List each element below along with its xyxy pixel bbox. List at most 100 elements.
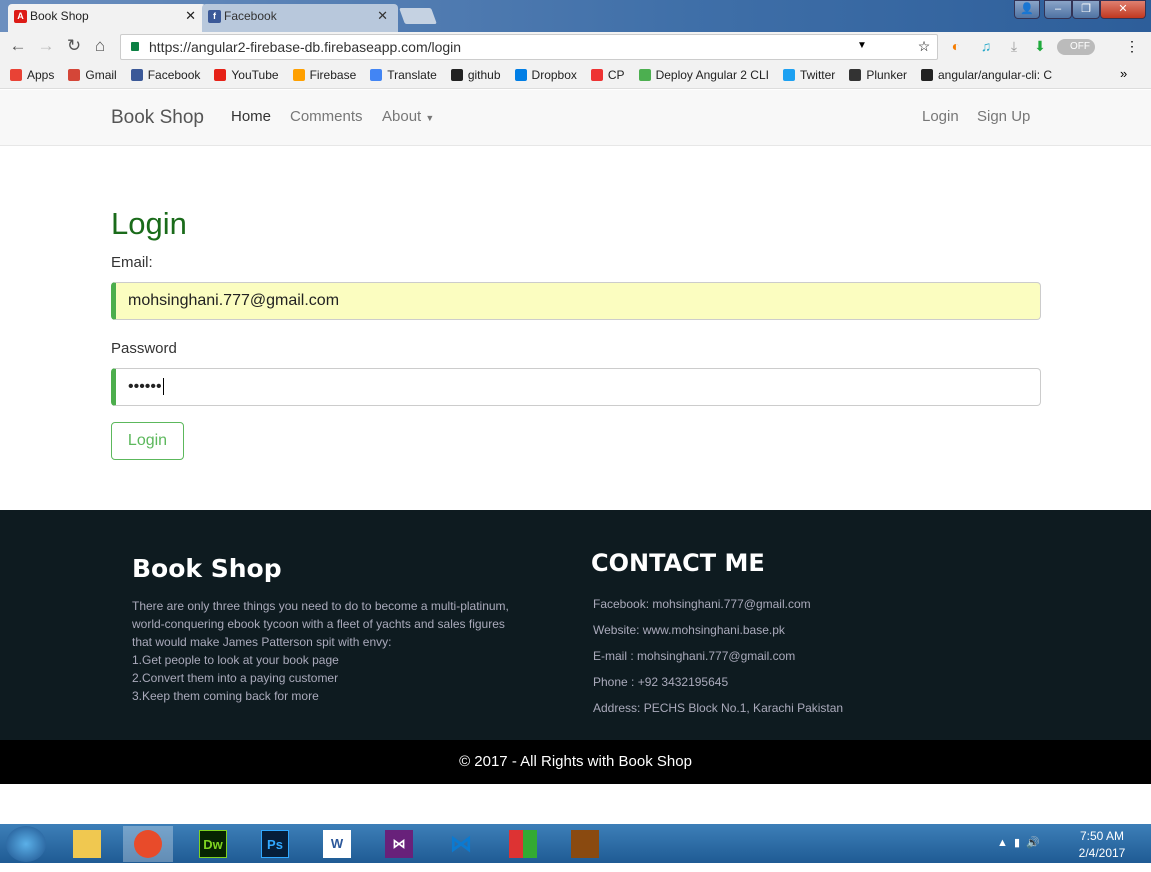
text-cursor: ​ [162,378,164,395]
word-icon[interactable]: W [312,826,362,862]
login-button[interactable]: Login [111,422,184,460]
explorer-icon[interactable] [62,826,112,862]
footer-line: 1.Get people to look at your book page [132,653,339,667]
angular-icon: A [14,10,27,23]
nav-signup[interactable]: Sign Up [977,108,1030,125]
browser-icon[interactable] [123,826,173,862]
visual-studio-icon[interactable]: ⋈ [374,826,424,862]
bookmark-item[interactable]: Twitter [782,68,836,82]
bookmark-icon [214,69,227,81]
menu-icon[interactable]: ⋮ [1122,38,1142,55]
password-value: •••••• [128,378,162,395]
footer-line: world-conquering ebook tycoon with a fle… [132,617,505,631]
bookmark-label: Firebase [309,68,357,82]
tab-facebook[interactable]: f Facebook ✕ [202,4,398,32]
bookmark-item[interactable]: Firebase [292,68,357,82]
bookmark-item[interactable]: Translate [370,68,437,82]
footer-description: There are only three things you need to … [132,597,509,705]
bookmark-item[interactable]: github [450,68,501,82]
bookmark-item[interactable]: Deploy Angular 2 CLI [638,68,769,82]
vscode-icon[interactable]: ⋈ [436,826,486,862]
bookmark-label: YouTube [231,68,279,82]
bookmark-label: Dropbox [531,68,577,82]
bookmark-item[interactable]: angular/angular-cli: C [921,68,1052,82]
navbar-brand[interactable]: Book Shop [111,107,204,129]
url-text: https://angular2-firebase-db.firebaseapp… [149,39,462,55]
address-bar[interactable]: https://angular2-firebase-db.firebaseapp… [120,34,938,60]
email-label: Email: [111,254,153,271]
clock[interactable]: 7:50 AM 2/4/2017 [1072,828,1132,862]
back-icon[interactable]: ← [8,36,28,56]
bookmark-icon [130,69,143,81]
home-icon[interactable]: ⌂ [90,36,110,56]
tab-label: Facebook [224,9,277,23]
new-tab-button[interactable] [399,8,437,24]
bookmark-icon [450,69,463,81]
star-icon[interactable]: ☆ [914,38,934,55]
dropdown-icon[interactable]: ▼ [852,40,872,51]
user-icon[interactable]: 👤 [1014,0,1040,19]
nav-about[interactable]: About ▼ [382,108,434,125]
email-field[interactable]: mohsinghani.777@gmail.com [111,282,1041,320]
photoshop-icon[interactable]: Ps [250,826,300,862]
bookmark-item[interactable]: YouTube [214,68,279,82]
reload-icon[interactable]: ↻ [64,36,84,56]
caret-down-icon: ▼ [425,113,435,123]
bookmark-item[interactable]: Dropbox [514,68,577,82]
bookmark-icon [782,69,795,81]
tab-label: Book Shop [30,9,89,23]
bookmark-icon [590,69,603,81]
tab-book-shop[interactable]: A Book Shop ✕ [8,4,206,32]
footer-line: 2.Convert them into a paying customer [132,671,339,685]
bookmark-label: Plunker [866,68,907,82]
bookmark-item[interactable]: CP [590,68,625,82]
copyright: © 2017 - All Rights with Book Shop [0,740,1151,784]
start-button[interactable] [6,826,46,862]
nav-home[interactable]: Home [231,108,271,125]
footer-line: that would make James Patterson spit wit… [132,635,392,649]
inpage-icon[interactable] [560,826,610,862]
nav-login[interactable]: Login [922,108,959,125]
bookmark-icon [370,69,383,81]
toggle-switch[interactable]: OFF [1057,39,1095,55]
extension-icon[interactable]: ◐ [946,38,966,54]
footer-title: Book Shop [132,554,282,583]
minimize-button[interactable]: – [1044,0,1072,19]
restore-button[interactable]: ❐ [1072,0,1100,19]
bookmark-item[interactable]: Apps [10,68,54,82]
more-bookmarks[interactable]: » [1120,66,1127,81]
clock-time: 7:50 AM [1079,829,1125,843]
forward-icon[interactable]: → [36,36,56,56]
close-tab-icon[interactable]: ✕ [185,4,196,28]
bookmark-icon [292,69,305,81]
bookmark-label: Gmail [85,68,117,82]
contact-title: CONTACT ME [591,549,765,577]
contact-list: Facebook: mohsinghani.777@gmail.com Websi… [593,591,843,721]
bookmark-label: github [467,68,501,82]
headphones-icon[interactable]: ♫ [976,38,996,54]
close-tab-icon[interactable]: ✕ [377,4,388,28]
close-window-button[interactable]: ✕ [1100,0,1146,19]
nav-comments[interactable]: Comments [290,108,363,125]
bookmark-label: Facebook [147,68,201,82]
contact-item: E-mail : mohsinghani.777@gmail.com [593,649,796,663]
bookmark-item[interactable]: Gmail [68,68,117,82]
bookmark-item[interactable]: Facebook [130,68,201,82]
lock-icon [131,42,139,51]
bookmark-label: Deploy Angular 2 CLI [655,68,769,82]
app-icon[interactable] [498,826,548,862]
download-manager-icon[interactable]: ⬇ [1030,38,1050,55]
bookmark-icon [638,69,651,81]
dreamweaver-icon[interactable]: Dw [188,826,238,862]
contact-item: Address: PECHS Block No.1, Karachi Pakis… [593,701,844,715]
bookmark-icon [68,69,81,81]
password-field[interactable]: ••••••​ [111,368,1041,406]
footer-line: 3.Keep them coming back for more [132,689,319,703]
contact-item: Phone : +92 3432195645 [593,675,729,689]
download-icon[interactable]: ⤓ [1004,38,1024,55]
bookmark-item[interactable]: Plunker [849,68,907,82]
bookmark-label: Twitter [799,68,836,82]
bookmark-label: angular/angular-cli: C [938,68,1053,82]
tray-icons[interactable]: ▲ ▮ 🔊 [997,836,1040,849]
bookmark-icon [10,69,22,81]
